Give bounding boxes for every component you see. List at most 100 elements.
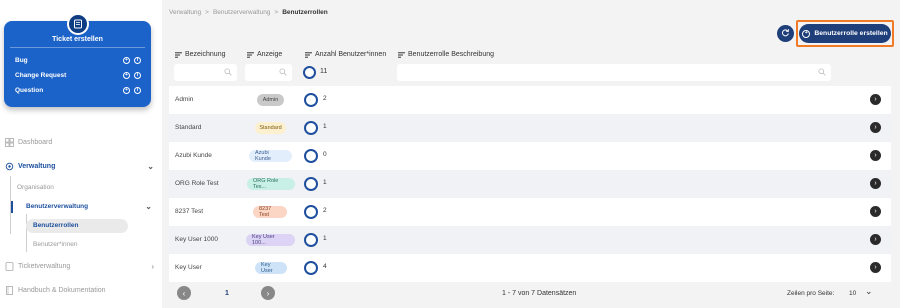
info-icon[interactable]: i [134, 56, 141, 64]
sort-icon[interactable] [247, 51, 254, 58]
count-ring [304, 121, 318, 135]
user-count: 1 [323, 179, 327, 186]
table-row[interactable]: Standard Standard 1 › [169, 114, 891, 142]
role-badge: Key User 100... [246, 234, 295, 246]
add-icon[interactable]: + [123, 71, 130, 79]
next-page-button[interactable]: › [261, 286, 275, 300]
info-icon[interactable]: i [134, 71, 141, 79]
table-row[interactable]: ORG Role Test ORG Role Tes... 1 › [169, 170, 891, 198]
search-icon [224, 68, 232, 78]
info-icon[interactable]: i [134, 86, 141, 94]
sort-icon[interactable] [175, 51, 182, 58]
row-open-button[interactable]: › [870, 122, 881, 133]
chevron-right-icon[interactable]: › [151, 262, 154, 271]
breadcrumb-item[interactable]: Verwaltung [169, 9, 201, 16]
count-ring [304, 261, 318, 275]
current-page: 1 [225, 290, 229, 297]
sidebar-item-label: Benutzer*innen [33, 241, 78, 248]
sidebar-item-organisation[interactable]: Organisation [17, 181, 54, 194]
role-name: Standard [175, 124, 202, 131]
chevron-down-icon[interactable]: ⌄ [145, 202, 152, 211]
ticket-create-card[interactable]: Ticket erstellen Bug + i Change Request … [4, 13, 151, 107]
column-header-anzeige[interactable]: Anzeige [247, 51, 282, 58]
create-role-button[interactable]: + Benutzerrolle erstellen [799, 24, 891, 43]
table-row[interactable]: Key User 1000 Key User 100... 1 › [169, 226, 891, 254]
sidebar-item-benutzerinnen[interactable]: Benutzer*innen [33, 238, 77, 251]
role-name: Key User 1000 [175, 236, 218, 243]
sidebar-item-benutzerverwaltung[interactable]: Benutzerverwaltung ⌄ [26, 200, 152, 213]
rows-per-page-value[interactable]: 10 [849, 290, 856, 297]
table-row[interactable]: Admin Admin 2 › [169, 86, 891, 114]
user-count: 2 [323, 207, 327, 214]
table-row[interactable]: 8237 Test 8237 Test 2 › [169, 198, 891, 226]
ticket-type-label: Question [15, 86, 44, 94]
sidebar-item-benutzerrollen[interactable]: Benutzerrollen [33, 219, 79, 232]
count-filter-value: 11 [320, 68, 328, 75]
ticket-type-question[interactable]: Question + i [15, 85, 141, 95]
row-open-button[interactable]: › [870, 234, 881, 245]
filter-beschreibung-input[interactable] [397, 64, 831, 81]
table-row[interactable]: Key User Key User 4 › [169, 254, 891, 282]
sidebar-item-handbuch[interactable]: Handbuch & Dokumentation [5, 283, 154, 297]
column-header-label: Anzeige [257, 51, 283, 58]
search-icon [279, 68, 287, 78]
ticket-icon [67, 13, 89, 35]
previous-page-button[interactable]: ‹ [177, 286, 191, 300]
refresh-button[interactable] [777, 25, 794, 42]
sidebar-item-label: Benutzerverwaltung [26, 203, 89, 210]
refresh-icon [781, 28, 790, 39]
ticket-create-title[interactable]: Ticket erstellen [4, 36, 151, 43]
row-open-button[interactable]: › [870, 178, 881, 189]
book-icon [5, 285, 14, 295]
ticket-icon [5, 261, 14, 271]
role-badge: ORG Role Tes... [247, 178, 295, 190]
user-count: 1 [323, 235, 327, 242]
sidebar-item-label: Handbuch & Dokumentation [18, 286, 106, 294]
column-header-beschreibung[interactable]: Benutzerrolle Beschreibung [398, 51, 494, 58]
breadcrumb-item[interactable]: Benutzerverwaltung [213, 9, 270, 16]
add-icon[interactable]: + [123, 86, 130, 94]
sidebar: Ticket erstellen Bug + i Change Request … [0, 0, 162, 308]
column-header-bezeichnung[interactable]: Bezeichnung [175, 51, 225, 58]
column-header-label: Benutzerrolle Beschreibung [408, 51, 494, 58]
sidebar-item-label: Ticketverwaltung [18, 262, 71, 270]
sidebar-item-dashboard[interactable]: Dashboard [5, 135, 154, 149]
sort-icon[interactable] [398, 51, 405, 58]
sidebar-item-label: Verwaltung [18, 162, 56, 170]
column-header-label: Bezeichnung [185, 51, 226, 58]
add-icon[interactable]: + [123, 56, 130, 64]
user-count: 4 [323, 263, 327, 270]
filter-anzeige-input[interactable] [245, 64, 292, 81]
chevron-down-icon[interactable]: ⌄ [147, 162, 154, 171]
rows-per-page-label: Zeilen pro Seite: [787, 290, 835, 297]
row-open-button[interactable]: › [870, 94, 881, 105]
chevron-down-icon[interactable]: ⌄ [865, 286, 873, 297]
user-count: 2 [323, 95, 327, 102]
count-ring [304, 177, 318, 191]
row-open-button[interactable]: › [870, 206, 881, 217]
sidebar-item-ticketverwaltung[interactable]: Ticketverwaltung › [5, 259, 154, 273]
create-role-label: Benutzerrolle erstellen [814, 30, 888, 37]
ticket-type-bug[interactable]: Bug + i [15, 55, 141, 65]
table-row[interactable]: Azubi Kunde Azubi Kunde 0 › [169, 142, 891, 170]
filter-bezeichnung-input[interactable] [174, 64, 237, 81]
breadcrumb-separator: > [205, 9, 209, 16]
sort-icon[interactable] [305, 51, 312, 58]
count-ring [304, 93, 318, 107]
row-open-button[interactable]: › [870, 262, 881, 273]
main-content: Verwaltung > Benutzerverwaltung > Benutz… [169, 0, 900, 308]
ticket-type-change-request[interactable]: Change Request + i [15, 70, 141, 80]
role-badge: Admin [257, 94, 284, 106]
sidebar-item-verwaltung[interactable]: Verwaltung ⌄ [5, 159, 154, 173]
row-open-button[interactable]: › [870, 150, 881, 161]
dashboard-icon [5, 137, 14, 147]
count-filter-indicator[interactable] [303, 66, 316, 79]
active-indicator [11, 201, 13, 213]
role-badge: Key User [255, 262, 287, 274]
column-header-anzahl[interactable]: Anzahl Benutzer*innen [305, 51, 386, 58]
sidebar-item-label: Organisation [17, 184, 54, 191]
breadcrumb-separator: > [274, 9, 279, 16]
ticket-type-label: Bug [15, 56, 28, 64]
role-name: Admin [175, 96, 194, 103]
breadcrumb-current: Benutzerrollen [282, 9, 328, 16]
